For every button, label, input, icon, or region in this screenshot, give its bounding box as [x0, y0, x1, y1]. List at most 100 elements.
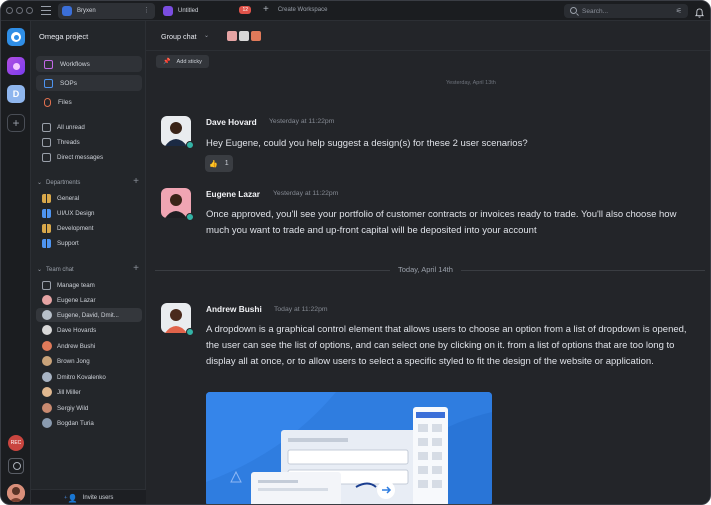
- sidebar-item-bogdan-turia[interactable]: Bogdan Turia: [42, 416, 142, 430]
- sidebar-item-eugene-lazar[interactable]: Eugene Lazar: [42, 293, 142, 307]
- window-controls[interactable]: [6, 7, 33, 14]
- maximize-window-dot[interactable]: [26, 7, 33, 14]
- sidebar-item-brown-jong[interactable]: Brown Jong: [42, 354, 142, 368]
- nav-files[interactable]: Files: [36, 94, 142, 110]
- message-author[interactable]: Dave Hovard: [206, 117, 257, 127]
- member-avatar[interactable]: [226, 30, 238, 42]
- group-icon: [42, 223, 51, 233]
- item-label: General: [57, 194, 80, 202]
- message-author[interactable]: Eugene Lazar: [206, 189, 260, 199]
- recording-badge[interactable]: REC: [8, 435, 24, 451]
- workspace-purple[interactable]: [7, 57, 25, 75]
- close-window-dot[interactable]: [6, 7, 13, 14]
- invite-users-button[interactable]: ⁺👤 Invite users: [31, 489, 146, 504]
- document-icon: [44, 78, 53, 88]
- reaction-count: 1: [224, 160, 229, 167]
- filter-icon[interactable]: ⚟: [676, 7, 682, 15]
- item-label: Dave Hovards: [57, 326, 97, 334]
- workflow-icon: [44, 59, 53, 69]
- avatar: [42, 310, 52, 320]
- item-label: Sergiy Wild: [57, 404, 89, 412]
- reaction-thumbs-up[interactable]: 👍 1: [205, 155, 233, 172]
- member-avatar[interactable]: [250, 30, 262, 42]
- threads-icon: [42, 137, 51, 147]
- sidebar-item-threads[interactable]: Threads: [42, 135, 142, 149]
- avatar: [42, 295, 52, 305]
- tab-untitled[interactable]: Untitled 12: [159, 3, 255, 19]
- item-label: Direct messages: [57, 153, 104, 161]
- add-chat-button[interactable]: +: [133, 263, 139, 274]
- workspace-d[interactable]: D: [7, 85, 25, 103]
- add-workspace-button[interactable]: +: [7, 114, 25, 132]
- departments-section-header[interactable]: ⌄ Departments +: [37, 176, 141, 187]
- add-user-icon: ⁺👤: [63, 493, 78, 503]
- message-author[interactable]: Andrew Bushi: [206, 304, 262, 314]
- manage-team-icon: [42, 280, 51, 290]
- sidebar-item-dave-hovards[interactable]: Dave Hovards: [42, 323, 142, 337]
- nav-workflows[interactable]: Workflows: [36, 56, 142, 72]
- minimize-window-dot[interactable]: [16, 7, 23, 14]
- sidebar-item-andrew-bushi[interactable]: Andrew Bushi: [42, 339, 142, 353]
- sidebar-item-group-chat[interactable]: Eugene, David, Dmit...: [36, 308, 142, 322]
- menu-icon[interactable]: [41, 6, 51, 16]
- create-workspace-button[interactable]: + Create Workspace: [263, 4, 327, 15]
- add-sticky-button[interactable]: 📌 Add sticky: [156, 55, 209, 68]
- chevron-down-icon[interactable]: ⌄: [204, 32, 209, 39]
- create-workspace-label: Create Workspace: [277, 6, 328, 13]
- workspace-omega[interactable]: [7, 28, 25, 46]
- search-placeholder: Search...: [582, 7, 609, 15]
- sidebar-item-development[interactable]: Development: [42, 221, 142, 235]
- online-status-dot: [186, 141, 194, 149]
- avatar: [42, 387, 52, 397]
- online-status-dot: [186, 328, 194, 336]
- search-input[interactable]: Search... ⚟: [564, 4, 688, 18]
- pin-icon: 📌: [163, 59, 171, 65]
- item-label: Eugene, David, Dmit...: [57, 311, 119, 319]
- thumbs-up-icon: 👍: [209, 160, 218, 168]
- plus-icon: +: [263, 4, 269, 15]
- nav-label: Workflows: [60, 60, 90, 68]
- sidebar-item-uiux-design[interactable]: UI/UX Design: [42, 206, 142, 220]
- nav-label: Files: [58, 98, 72, 106]
- add-department-button[interactable]: +: [133, 176, 139, 187]
- search-icon: [570, 7, 577, 14]
- avatar: [42, 356, 52, 366]
- inbox-icon: [42, 122, 51, 132]
- item-label: Bogdan Turia: [57, 419, 94, 427]
- item-label: UI/UX Design: [57, 209, 95, 217]
- online-status-dot: [186, 213, 194, 221]
- tab-bryxen[interactable]: Bryxen ⋮: [58, 3, 155, 19]
- bell-icon[interactable]: [695, 5, 704, 18]
- add-sticky-label: Add sticky: [176, 58, 202, 65]
- invite-label: Invite users: [82, 495, 114, 501]
- sidebar-item-jill-miller[interactable]: Jill Miller: [42, 385, 142, 399]
- sidebar-item-general[interactable]: General: [42, 191, 142, 205]
- date-separator: Yesterday, April 13th: [446, 80, 496, 86]
- sidebar-item-direct-messages[interactable]: Direct messages: [42, 150, 142, 164]
- eye-logo-icon: [11, 32, 21, 42]
- sidebar-item-all-unread[interactable]: All unread: [42, 120, 142, 134]
- avatar: [42, 341, 52, 351]
- team-chat-section-header[interactable]: ⌄ Team chat +: [37, 263, 141, 274]
- user-avatar[interactable]: [7, 484, 25, 502]
- message-timestamp: Yesterday at 11:22pm: [269, 118, 335, 125]
- item-label: All unread: [57, 123, 85, 131]
- item-label: Support: [57, 239, 79, 247]
- item-label: Dmitro Kovalenko: [57, 373, 106, 381]
- sidebar-item-support[interactable]: Support: [42, 236, 142, 250]
- nav-sops[interactable]: SOPs: [36, 75, 142, 91]
- tab-label: Bryxen: [77, 8, 96, 14]
- sidebar-item-sergiy-wild[interactable]: Sergiy Wild: [42, 401, 142, 415]
- member-avatar[interactable]: [238, 30, 250, 42]
- tab-more-icon[interactable]: ⋮: [143, 6, 150, 14]
- image-attachment[interactable]: [206, 392, 492, 504]
- sidebar-item-manage-team[interactable]: Manage team: [42, 278, 142, 292]
- clock-icon[interactable]: [8, 458, 24, 474]
- dm-icon: [42, 152, 51, 162]
- sidebar-item-dmitro-kovalenko[interactable]: Dmitro Kovalenko: [42, 370, 142, 384]
- day-divider-label: Today, April 14th: [390, 265, 461, 274]
- sparkle-icon: [12, 62, 20, 70]
- chat-title[interactable]: Group chat: [161, 32, 197, 41]
- item-label: Manage team: [57, 281, 95, 289]
- untitled-logo-icon: [163, 6, 173, 16]
